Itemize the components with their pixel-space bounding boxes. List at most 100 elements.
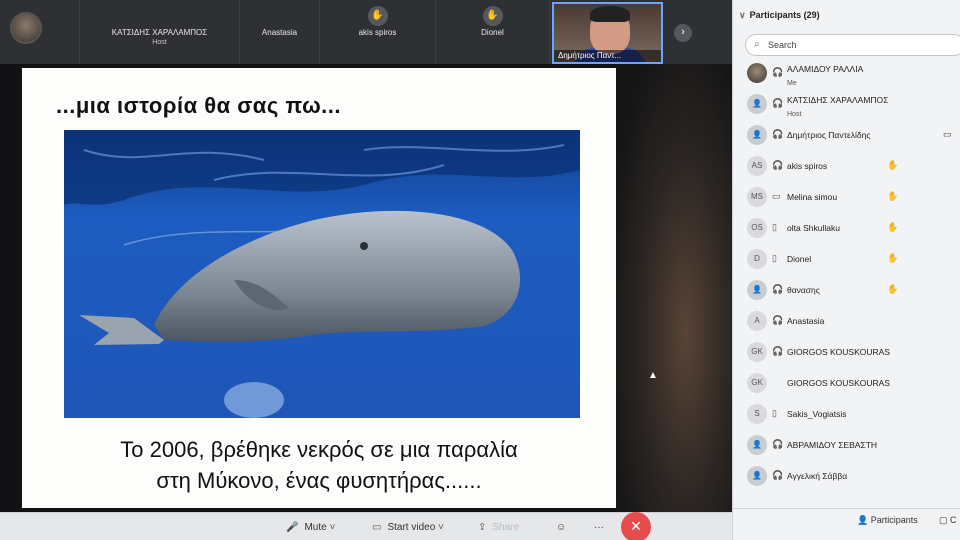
- avatar: D: [747, 249, 767, 269]
- speaker-name: Δημήτριος Παντ...: [554, 50, 661, 62]
- raised-hand-icon: ✋: [887, 284, 899, 294]
- microphone-icon: 🎤: [286, 522, 299, 533]
- participant-name: akis spiros: [787, 161, 828, 171]
- avatar: GK: [747, 373, 767, 393]
- video-tile-anastasia[interactable]: Anastasia: [240, 0, 320, 64]
- avatar: AS: [747, 156, 767, 176]
- participant-name: ΑΒΡΑΜΙΔΟΥ ΣΕΒΑΣΤΗ: [787, 440, 878, 450]
- raised-hand-icon: ✋: [482, 6, 503, 26]
- participant-row[interactable]: S ▯ Sakis_Vogiatsis: [733, 399, 960, 430]
- next-page-button[interactable]: ›: [674, 24, 692, 42]
- tile-name: Anastasia: [261, 28, 298, 37]
- avatar: [747, 63, 767, 83]
- slide-caption: Το 2006, βρέθηκε νεκρός σε μια παραλία σ…: [22, 434, 616, 496]
- participant-name: ΚΑΤΣΙΔΗΣ ΧΑΡΑΛΑΜΠΟΣ: [787, 95, 889, 105]
- mute-label: Mute: [304, 522, 327, 533]
- shared-screen-margin: [616, 64, 732, 512]
- audio-status-icon: ▯: [772, 253, 777, 263]
- avatar: GK: [747, 342, 767, 362]
- video-tile-host[interactable]: ΚΑΤΣΙΔΗΣ ΧΑΡΑΛΑΜΠΟΣ Host: [80, 0, 240, 64]
- audio-status-icon: ▯: [772, 222, 777, 232]
- chat-footer-button[interactable]: ▢ C: [939, 515, 957, 526]
- mute-button[interactable]: 🎤 Mute ˅: [286, 522, 341, 533]
- participant-row[interactable]: D ▯ Dionel ✋: [733, 244, 960, 275]
- video-camera-icon: ▭: [943, 129, 952, 139]
- raised-hand-icon: ✋: [887, 191, 899, 201]
- participant-name: GIORGOS KOUSKOURAS: [787, 347, 890, 357]
- participant-row[interactable]: 👤 🎧 Δημήτριος Παντελίδης ▭: [733, 120, 960, 151]
- avatar: 👤: [747, 466, 767, 486]
- avatar: S: [747, 404, 767, 424]
- share-label: Share: [492, 522, 520, 533]
- avatar: MS: [747, 187, 767, 207]
- panel-title: Participants (29): [749, 10, 820, 20]
- raised-hand-icon: ✋: [887, 253, 899, 263]
- avatar: 👤: [747, 435, 767, 455]
- participant-name: Anastasia: [787, 316, 825, 326]
- video-camera-icon: ▭: [372, 522, 382, 533]
- audio-status-icon: 🎧: [772, 160, 784, 170]
- participant-row[interactable]: 👤 🎧 θανασης ✋: [733, 275, 960, 306]
- participant-row[interactable]: 🎧 ΑΛΑΜΙΔΟΥ ΡΑΛΛΙΑ Me: [733, 58, 960, 89]
- start-video-button[interactable]: ▭ Start video ˅: [372, 522, 450, 533]
- chevron-down-icon: ∨: [739, 10, 746, 20]
- avatar: OS: [747, 218, 767, 238]
- participant-name: Sakis_Vogiatsis: [787, 409, 847, 419]
- participants-panel: ∨ Participants (29) Search ⌕ 🎧 ΑΛΑΜΙΔΟΥ ΡΑΛ…: [732, 0, 960, 540]
- active-speaker-tile[interactable]: Δημήτριος Παντ...: [552, 2, 663, 64]
- participant-role: Host: [787, 111, 802, 118]
- share-button[interactable]: ⇪ Share: [478, 522, 519, 533]
- self-video-tile[interactable]: [0, 0, 80, 64]
- participant-row[interactable]: AS 🎧 akis spiros ✋: [733, 151, 960, 182]
- participant-row[interactable]: OS ▯ olta Shkullaku ✋: [733, 213, 960, 244]
- tile-name: ΚΑΤΣΙΔΗΣ ΧΑΡΑΛΑΜΠΟΣ: [111, 28, 208, 37]
- tile-name: Dionel: [481, 28, 504, 37]
- participant-row[interactable]: 👤 🎧 Αγγελική Σάββα: [733, 461, 960, 492]
- participant-row[interactable]: MS ▭ Melina simou ✋: [733, 182, 960, 213]
- share-icon: ⇪: [478, 522, 487, 533]
- participant-name: Δημήτριος Παντελίδης: [787, 130, 871, 140]
- participant-name: ΑΛΑΜΙΔΟΥ ΡΑΛΛΙΑ: [787, 64, 864, 74]
- participant-row[interactable]: 👤 🎧 ΑΒΡΑΜΙΔΟΥ ΣΕΒΑΣΤΗ: [733, 430, 960, 461]
- search-input[interactable]: Search ⌕: [745, 34, 960, 56]
- tile-name: akis spiros: [358, 28, 397, 37]
- audio-status-icon: 🎧: [772, 439, 784, 449]
- panel-header[interactable]: ∨ Participants (29): [739, 10, 820, 21]
- audio-status-icon: 🎧: [772, 315, 784, 325]
- presentation-slide: ...μια ιστορία θα σας πω... Το 2006, βρέ…: [22, 68, 616, 508]
- participant-row[interactable]: 👤 🎧 ΚΑΤΣΙΔΗΣ ΧΑΡΑΛΑΜΠΟΣ Host: [733, 89, 960, 120]
- start-video-label: Start video: [387, 522, 436, 533]
- participant-name: olta Shkullaku: [787, 223, 840, 233]
- leave-meeting-button[interactable]: ✕: [621, 512, 651, 540]
- chevron-up-icon[interactable]: ˅: [329, 522, 335, 533]
- raised-hand-icon: ✋: [887, 160, 899, 170]
- caption-line-1: Το 2006, βρέθηκε νεκρός σε μια παραλία: [120, 437, 518, 462]
- audio-status-icon: 🎧: [772, 284, 784, 294]
- avatar: A: [747, 311, 767, 331]
- participant-name: θανασης: [787, 285, 820, 295]
- video-tile-dionel[interactable]: ✋ Dionel: [436, 0, 550, 64]
- participant-row[interactable]: GK 🎧 GIORGOS KOUSKOURAS: [733, 337, 960, 368]
- more-options-button[interactable]: ···: [594, 522, 604, 533]
- audio-status-icon: 🎧: [772, 346, 784, 356]
- participant-name: Dionel: [787, 254, 812, 264]
- chat-footer-label: C: [950, 515, 957, 525]
- chevron-up-icon[interactable]: ˅: [438, 522, 444, 533]
- avatar: [10, 12, 42, 44]
- reactions-icon[interactable]: ☺: [556, 522, 566, 533]
- participants-footer-button[interactable]: 👤 Participants: [857, 515, 918, 526]
- participant-name: GIORGOS KOUSKOURAS: [787, 378, 890, 388]
- mouse-cursor-icon: ▲: [648, 370, 658, 381]
- panel-footer: 👤 Participants ▢ C: [733, 508, 960, 540]
- tile-role: Host: [152, 39, 167, 46]
- whale-photo: [64, 130, 580, 418]
- meeting-window: ΚΑΤΣΙΔΗΣ ΧΑΡΑΛΑΜΠΟΣ Host Anastasia ✋ aki…: [0, 0, 960, 540]
- participant-role: Me: [787, 80, 797, 87]
- participant-row[interactable]: A 🎧 Anastasia: [733, 306, 960, 337]
- audio-status-icon: 🎧: [772, 67, 784, 77]
- participant-name: Melina simou: [787, 192, 838, 202]
- participant-name: Αγγελική Σάββα: [787, 471, 848, 481]
- participants-footer-label: Participants: [870, 515, 918, 525]
- participant-row[interactable]: GK GIORGOS KOUSKOURAS: [733, 368, 960, 399]
- video-tile-akis[interactable]: ✋ akis spiros: [320, 0, 436, 64]
